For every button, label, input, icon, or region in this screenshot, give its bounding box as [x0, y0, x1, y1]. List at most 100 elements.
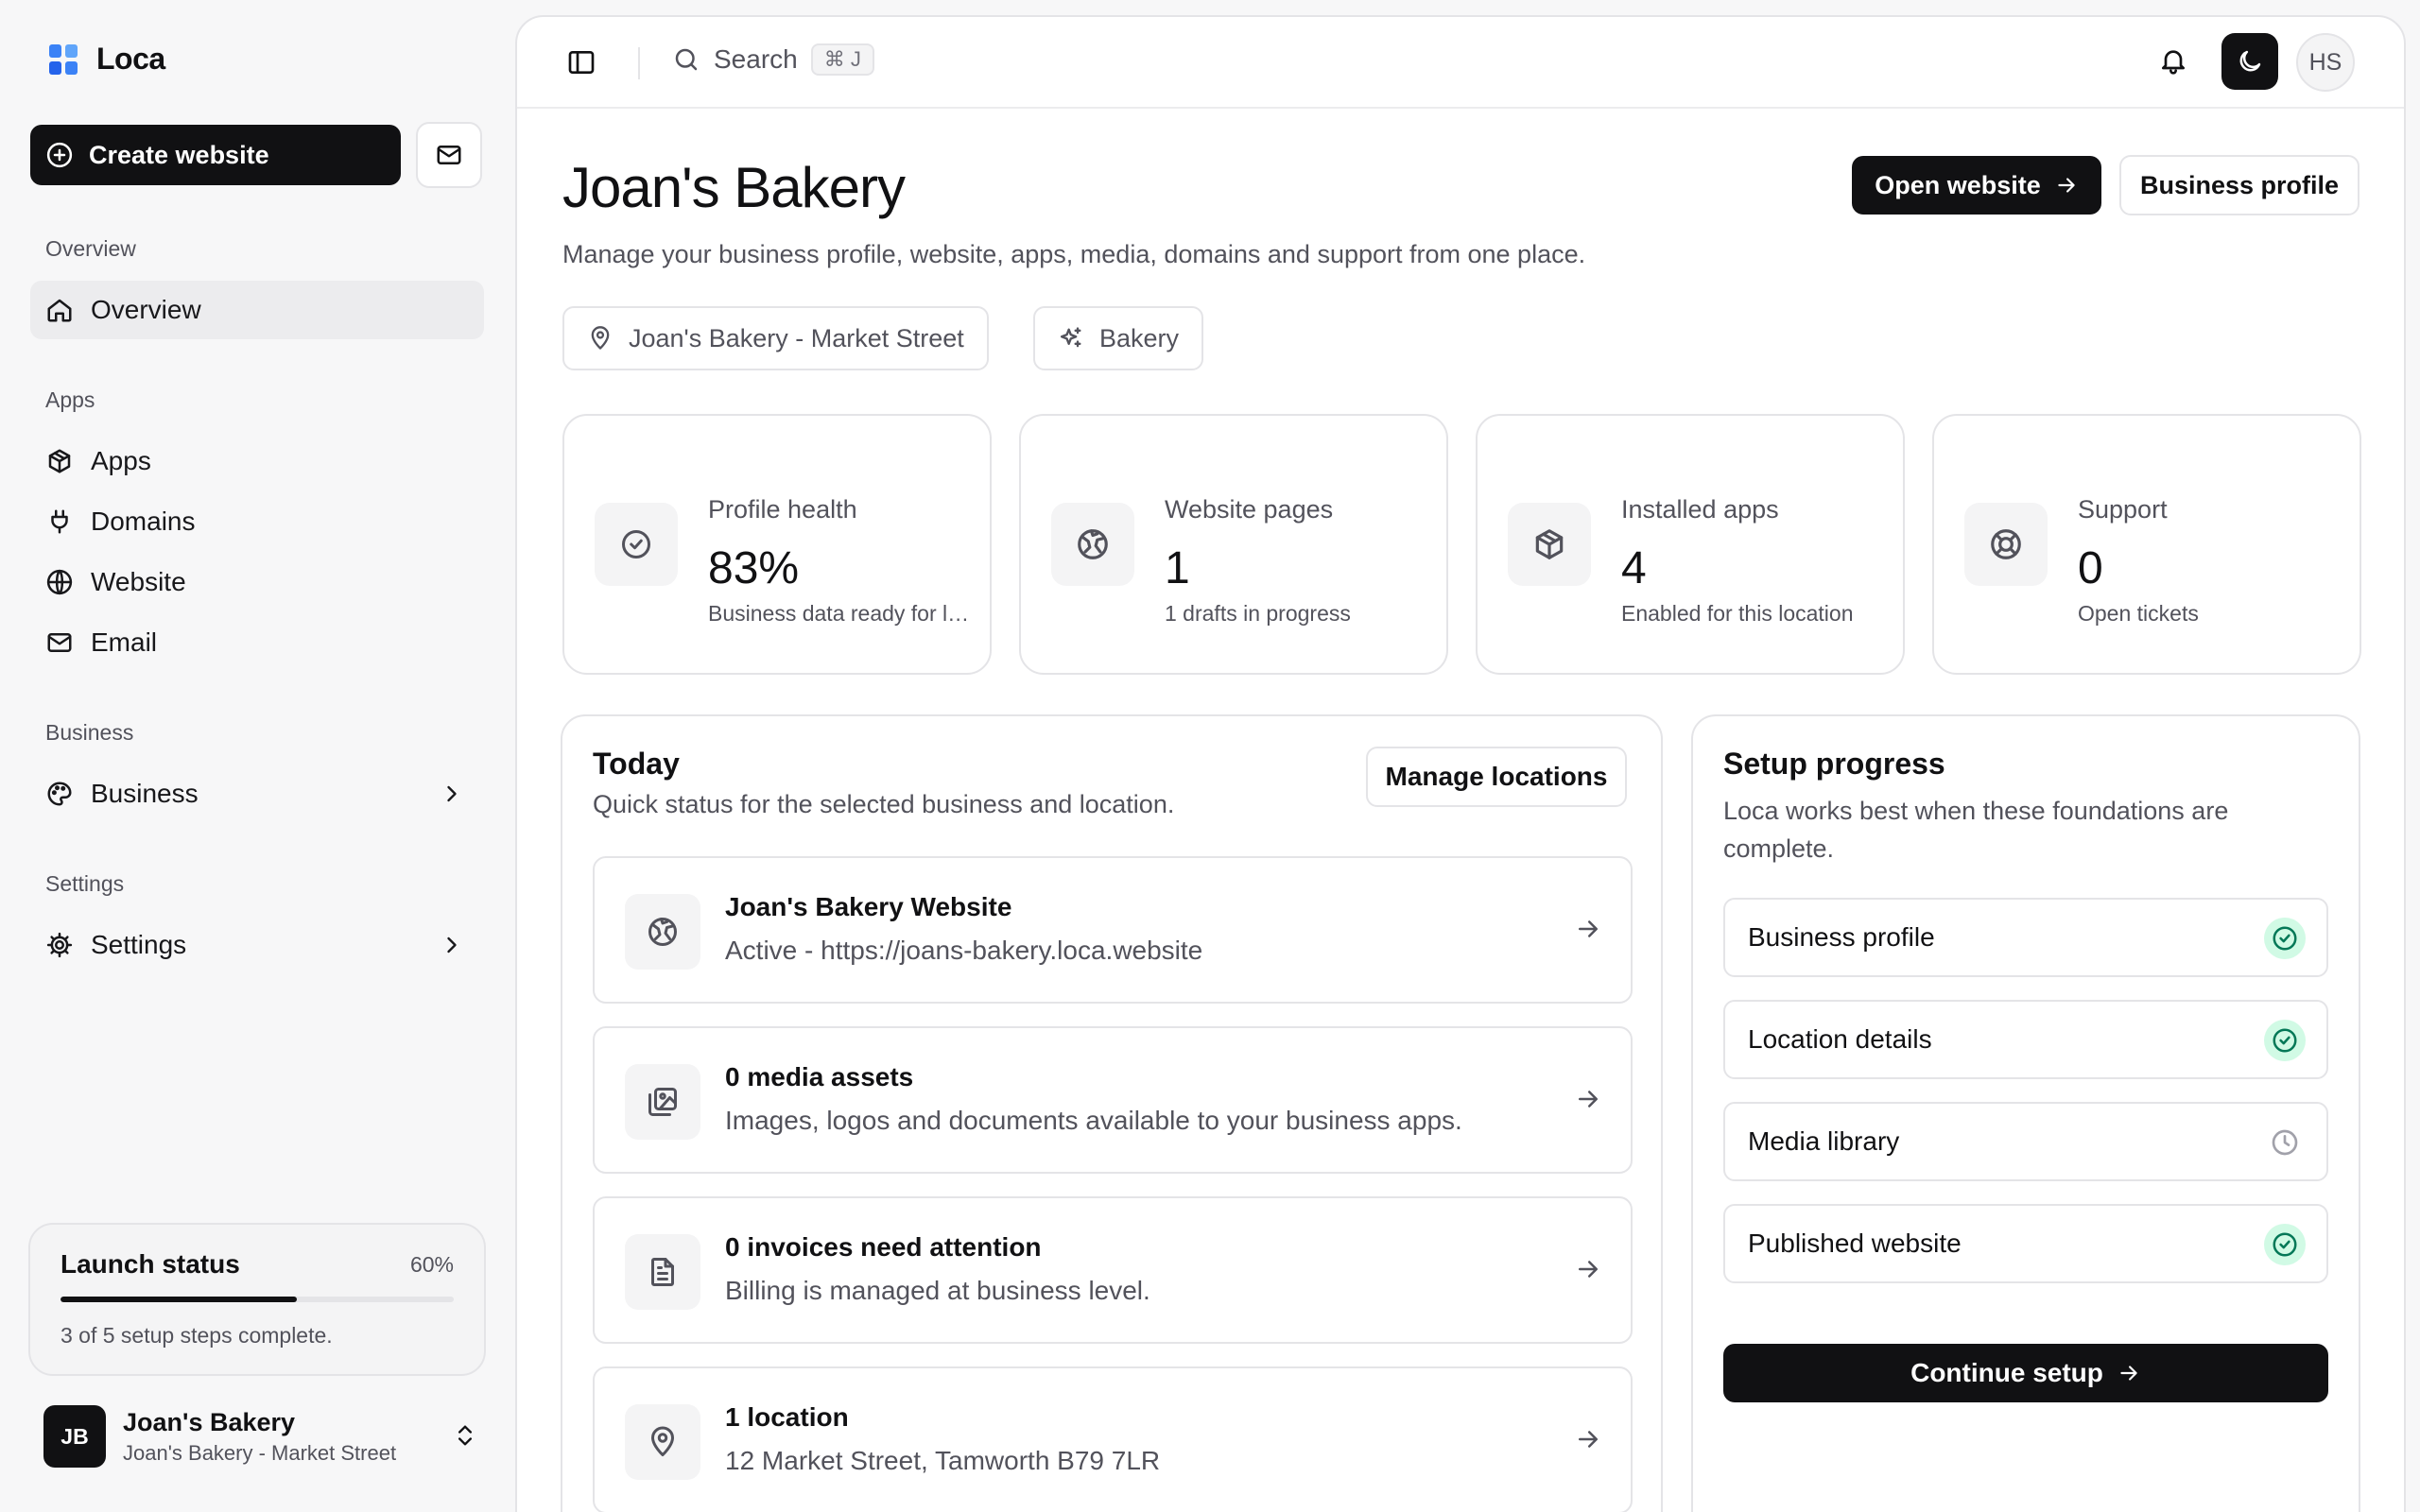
brand[interactable]: Loca	[49, 42, 165, 77]
inbox-button[interactable]	[416, 122, 482, 188]
avatar: JB	[43, 1405, 106, 1468]
clock-icon	[2264, 1122, 2306, 1163]
today-item-desc: Active - https://joans-bakery.loca.websi…	[725, 936, 1203, 965]
open-website-button[interactable]: Open website	[1852, 156, 2101, 215]
search-trigger[interactable]: Search ⌘ J	[672, 43, 874, 76]
mail-icon	[47, 633, 72, 652]
section-title-overview: Overview	[45, 236, 136, 261]
brand-name: Loca	[96, 42, 165, 76]
check-circle-icon	[2264, 918, 2306, 959]
continue-setup-label: Continue setup	[1910, 1358, 2103, 1387]
user-avatar[interactable]: HS	[2296, 33, 2355, 92]
sidebar-item-apps[interactable]: Apps	[30, 432, 484, 490]
today-item-desc: 12 Market Street, Tamworth B79 7LR	[725, 1446, 1161, 1475]
category-chip[interactable]: Bakery	[1033, 306, 1204, 370]
map-pin-icon	[591, 326, 610, 350]
location-chip[interactable]: Joan's Bakery - Market Street	[562, 306, 989, 370]
setup-title: Setup progress	[1723, 747, 1945, 781]
search-icon	[675, 48, 698, 71]
check-circle-icon	[2264, 1020, 2306, 1061]
today-subtitle: Quick status for the selected business a…	[593, 790, 1175, 818]
sidebar-item-label: Settings	[91, 930, 187, 959]
today-item-website[interactable]: Joan's Bakery Website Active - https://j…	[593, 856, 1633, 1004]
today-title: Today	[593, 747, 680, 781]
sidebar-item-label: Business	[91, 779, 199, 808]
stat-note: Enabled for this location	[1621, 601, 1854, 626]
sidebar-toggle-icon[interactable]	[566, 47, 596, 77]
setup-step-published-website[interactable]: Published website	[1723, 1204, 2328, 1283]
stat-value: 83%	[708, 543, 800, 593]
search-label: Search	[714, 44, 798, 74]
account-name: Joan's Bakery	[123, 1407, 296, 1436]
sidebar-item-domains[interactable]: Domains	[30, 492, 484, 551]
stat-card-support[interactable]: Support 0 Open tickets	[1932, 414, 2361, 675]
today-item-title: 0 invoices need attention	[725, 1232, 1042, 1262]
setup-progress-card: Setup progress Loca works best when thes…	[1691, 714, 2360, 1512]
today-item-desc: Images, logos and documents available to…	[725, 1106, 1462, 1135]
setup-step-label: Published website	[1748, 1228, 1962, 1258]
plug-icon	[51, 509, 68, 534]
category-chip-label: Bakery	[1099, 323, 1180, 352]
stat-label: Installed apps	[1621, 495, 1779, 524]
plus-circle-icon	[46, 142, 73, 168]
palette-icon	[47, 782, 72, 806]
globe-icon	[648, 918, 677, 946]
theme-toggle-button[interactable]	[2221, 33, 2278, 90]
today-item-title: 1 location	[725, 1402, 849, 1432]
setup-step-business-profile[interactable]: Business profile	[1723, 898, 2328, 977]
bell-icon[interactable]	[2158, 45, 2188, 76]
arrow-right-icon	[2120, 1366, 2137, 1381]
arrow-right-icon	[1579, 1091, 1598, 1108]
stat-value: 1	[1165, 543, 1190, 593]
launch-status-card: Launch status 60% 3 of 5 setup steps com…	[28, 1223, 486, 1376]
today-item-media[interactable]: 0 media assets Images, logos and documen…	[593, 1026, 1633, 1174]
file-icon	[651, 1258, 674, 1286]
sidebar-item-email[interactable]: Email	[30, 613, 484, 672]
page-subtitle: Manage your business profile, website, a…	[562, 240, 1586, 268]
sidebar-item-label: Domains	[91, 507, 196, 536]
mail-icon	[437, 146, 461, 164]
stat-value: 0	[2078, 543, 2103, 593]
stat-card-website-pages[interactable]: Website pages 1 1 drafts in progress	[1019, 414, 1448, 675]
arrow-right-icon	[1579, 1261, 1598, 1278]
chevron-right-icon	[447, 936, 457, 954]
stat-card-installed-apps[interactable]: Installed apps 4 Enabled for this locati…	[1476, 414, 1905, 675]
sidebar-item-business[interactable]: Business	[30, 765, 484, 823]
check-circle-icon	[2264, 1224, 2306, 1265]
section-title-settings: Settings	[45, 871, 125, 896]
search-shortcut: ⌘ J	[810, 43, 874, 76]
sidebar-item-overview[interactable]: Overview	[30, 281, 484, 339]
sidebar-item-label: Website	[91, 567, 186, 596]
chevrons-up-down-icon	[458, 1425, 472, 1446]
manage-locations-button[interactable]: Manage locations	[1366, 747, 1627, 807]
business-profile-button[interactable]: Business profile	[2119, 155, 2360, 215]
sidebar-item-label: Email	[91, 627, 158, 657]
gear-icon	[46, 932, 73, 958]
sidebar-item-website[interactable]: Website	[30, 553, 484, 611]
map-pin-icon	[651, 1426, 674, 1456]
topbar: Search ⌘ J HS	[517, 17, 2404, 109]
moon-icon	[2239, 50, 2261, 72]
stat-label: Support	[2078, 495, 2168, 524]
stat-card-profile-health[interactable]: Profile health 83% Business data ready f…	[562, 414, 992, 675]
setup-step-location-details[interactable]: Location details	[1723, 1000, 2328, 1079]
location-chip-label: Joan's Bakery - Market Street	[629, 323, 964, 352]
setup-subtitle: Loca works best when these foundations a…	[1723, 797, 2229, 863]
home-icon	[47, 299, 72, 322]
continue-setup-button[interactable]: Continue setup	[1723, 1344, 2328, 1402]
create-website-button[interactable]: Create website	[30, 125, 401, 185]
today-item-location[interactable]: 1 location 12 Market Street, Tamworth B7…	[593, 1366, 1633, 1512]
page-title: Joan's Bakery	[562, 156, 906, 219]
divider	[638, 47, 640, 79]
arrow-right-icon	[1579, 920, 1598, 937]
section-title-apps: Apps	[45, 387, 95, 412]
today-item-invoices[interactable]: 0 invoices need attention Billing is man…	[593, 1196, 1633, 1344]
launch-status-percent: 60%	[409, 1251, 454, 1277]
main-panel: Search ⌘ J HS Joan's Bakery Manage your …	[515, 15, 2406, 1512]
setup-step-media-library[interactable]: Media library	[1723, 1102, 2328, 1181]
images-icon	[648, 1088, 677, 1116]
account-switcher[interactable]: JB Joan's Bakery Joan's Bakery - Market …	[43, 1404, 478, 1469]
section-title-business: Business	[45, 720, 134, 745]
sidebar-item-settings[interactable]: Settings	[30, 916, 484, 974]
launch-status-subtitle: 3 of 5 setup steps complete.	[60, 1323, 333, 1348]
